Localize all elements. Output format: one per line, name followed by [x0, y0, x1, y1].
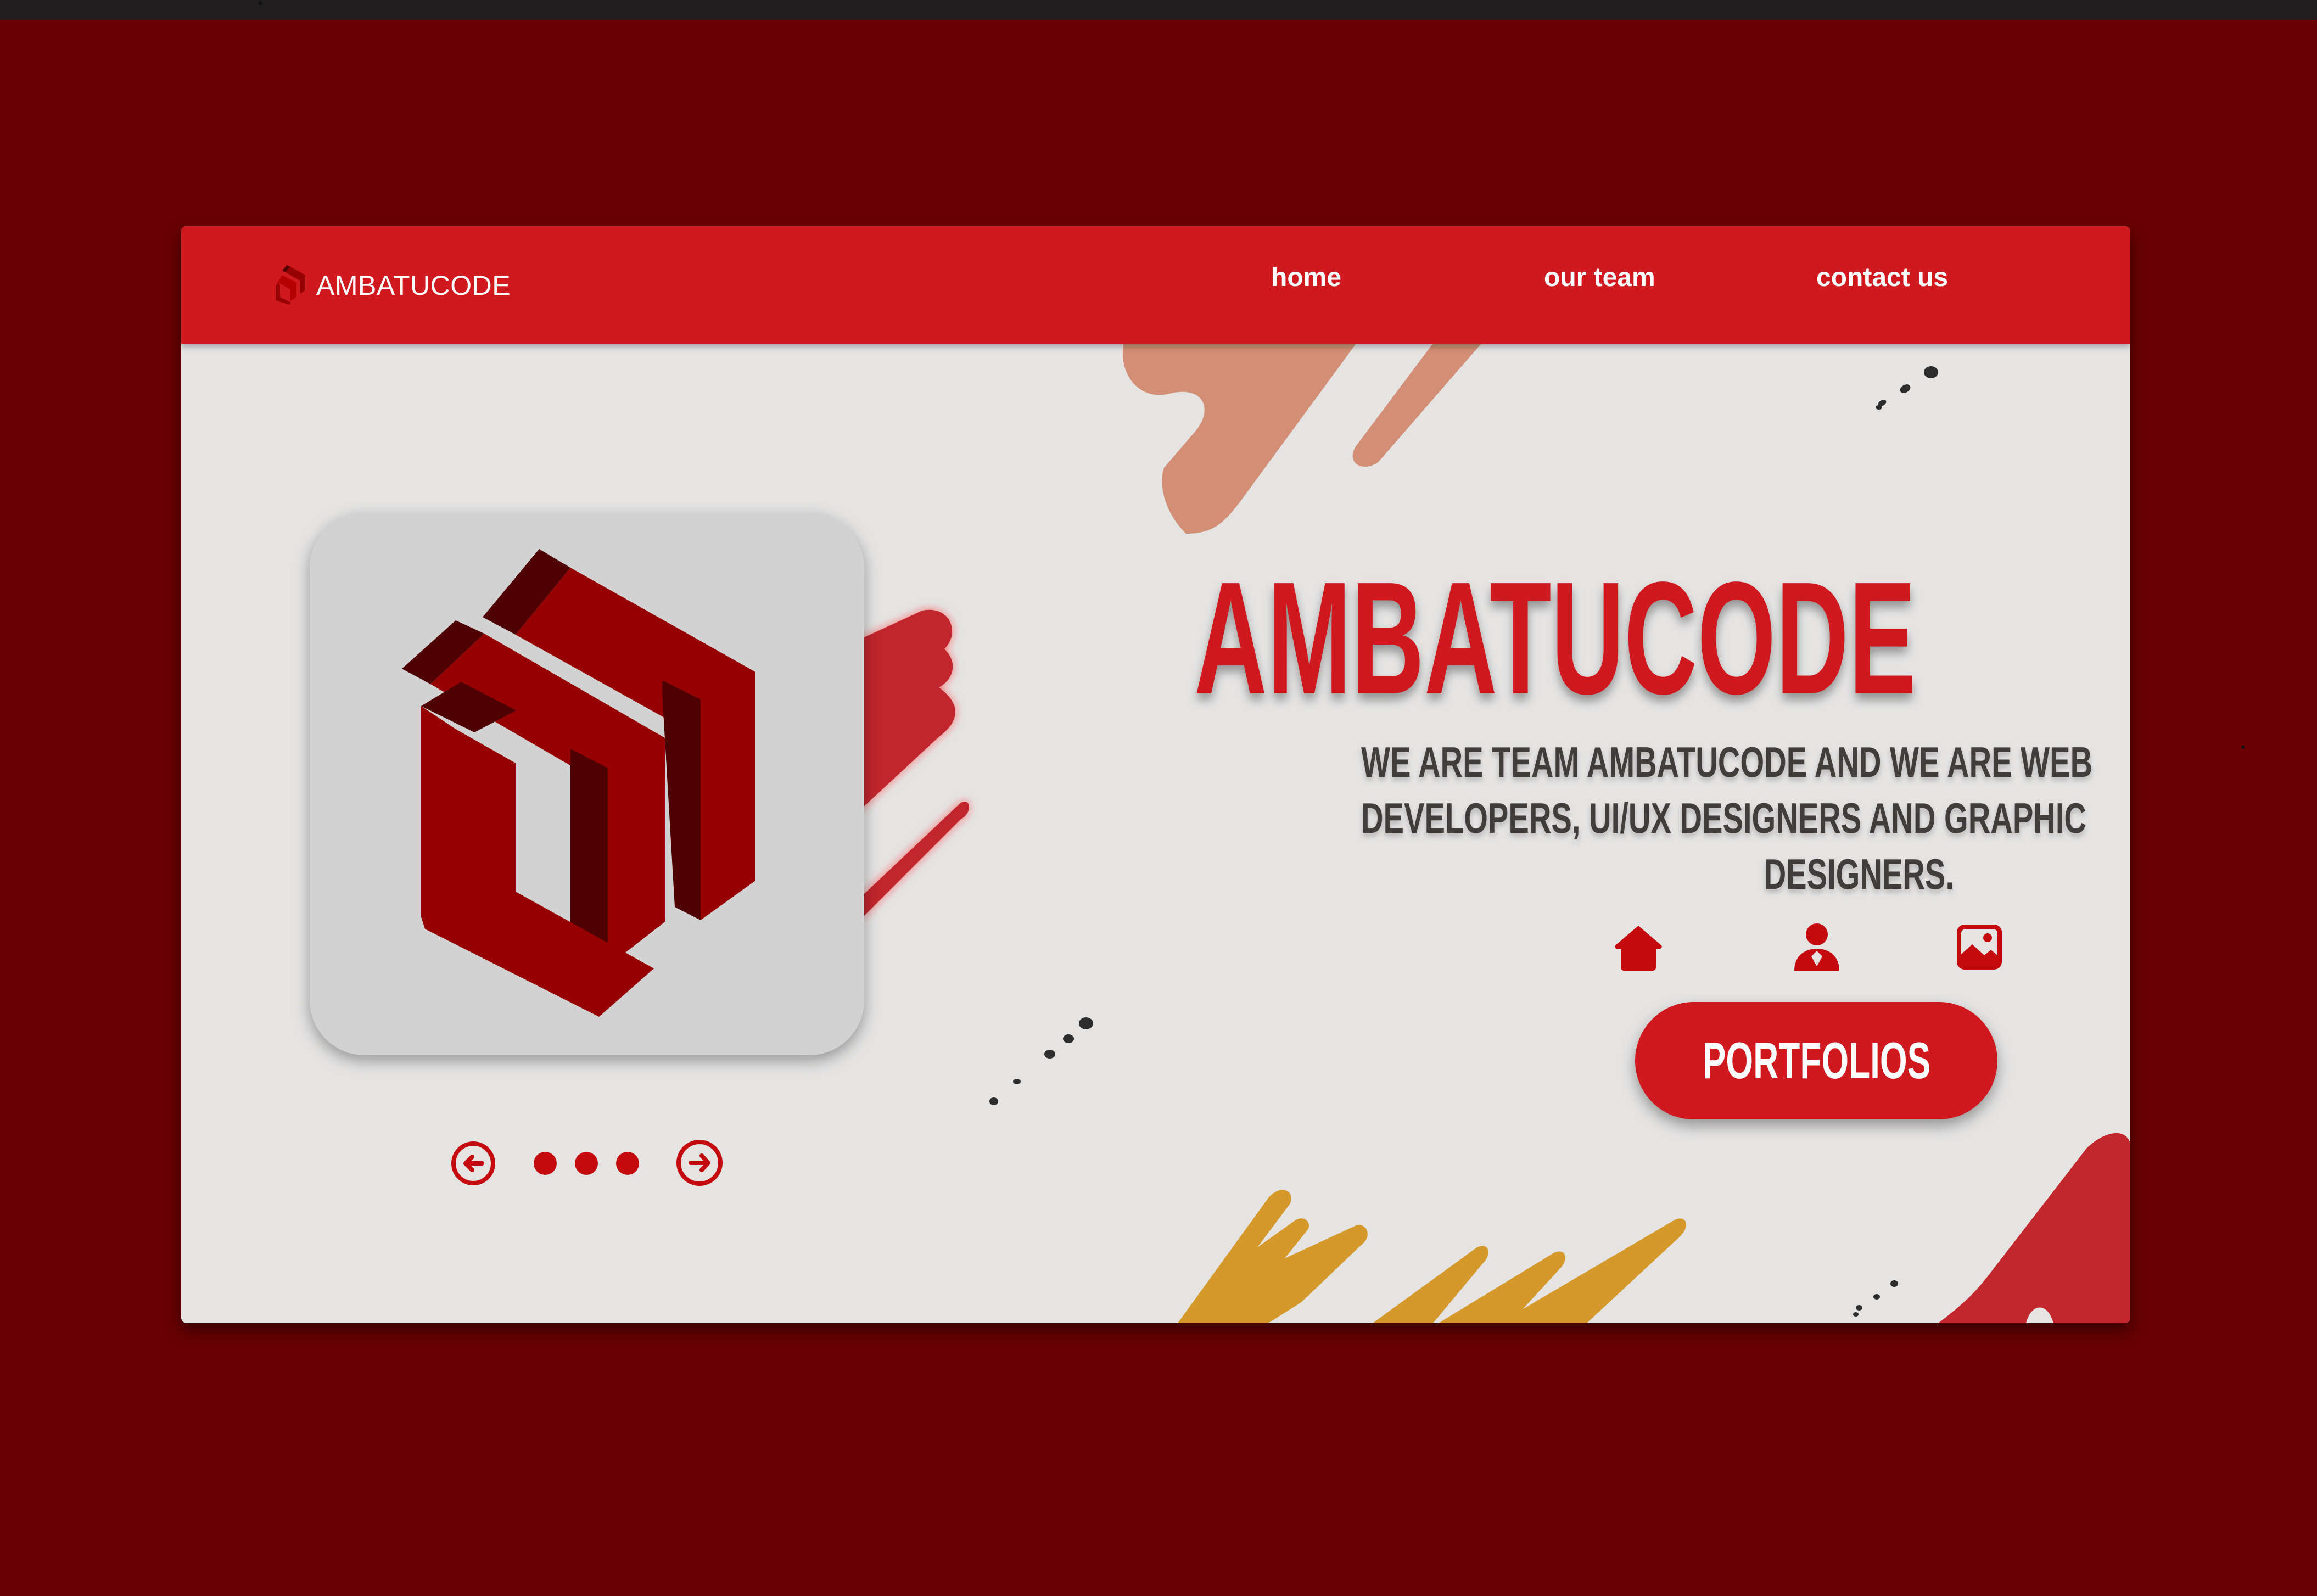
- arrow-right-circle-icon: [676, 1140, 723, 1186]
- slider-dot[interactable]: [616, 1152, 639, 1175]
- hero-description: WE ARE TEAM AMBATUCODE AND WE ARE WEB DE…: [1130, 734, 2093, 902]
- red-splash: [851, 609, 969, 918]
- arrow-left-circle-icon: [451, 1141, 495, 1185]
- stray-dot: [2241, 746, 2245, 749]
- logo-showcase: [310, 513, 864, 1055]
- slider-dot[interactable]: [575, 1152, 598, 1175]
- slider-next-button[interactable]: [675, 1139, 724, 1187]
- red-corner-shape: [1938, 1133, 2130, 1323]
- ambatucode-3d-logo: [402, 549, 755, 1017]
- hero-description-line: DEVELOPERS, UI/UX DESIGNERS AND GRAPHIC: [1361, 794, 2086, 842]
- ambatucode-logo-icon: [276, 265, 305, 305]
- nav-link-contact-us[interactable]: contact us: [1816, 262, 1948, 293]
- mustard-splash-streaks: [1373, 1218, 1686, 1323]
- nav-link-our-team[interactable]: our team: [1544, 262, 1655, 293]
- hero-description-line: WE ARE TEAM AMBATUCODE AND WE ARE WEB: [1361, 738, 2093, 786]
- home-icon: [1615, 926, 1662, 971]
- slider-dot[interactable]: [534, 1152, 557, 1175]
- brand[interactable]: AMBATUCODE: [275, 265, 511, 306]
- stray-dot: [258, 1, 262, 5]
- portfolios-button[interactable]: PORTFOLIOS: [1635, 1002, 1997, 1119]
- hero-title: AMBATUCODE: [1194, 548, 1916, 727]
- slider-prev-button[interactable]: [450, 1140, 496, 1186]
- user-icon: [1794, 923, 1839, 971]
- dark-dots-middle: [989, 1017, 1093, 1105]
- dark-dots-top-right: [1876, 366, 1938, 410]
- user-icon-button[interactable]: [1792, 922, 1842, 973]
- home-icon-button[interactable]: [1613, 922, 1664, 973]
- salmon-splash: [1122, 336, 1362, 534]
- landing-page-card: AMBATUCODE home our team contact us AMBA…: [181, 226, 2130, 1323]
- hero-description-line: DESIGNERS.: [1764, 850, 1954, 898]
- nav-link-home[interactable]: home: [1271, 262, 1341, 293]
- dark-dots-bottom-right: [1853, 1280, 1898, 1317]
- brand-name: AMBATUCODE: [316, 270, 511, 301]
- navbar: AMBATUCODE home our team contact us: [181, 226, 2130, 344]
- window-top-bar: [0, 0, 2317, 20]
- portfolios-button-label: PORTFOLIOS: [1702, 1032, 1930, 1089]
- salmon-splash-streak: [1352, 336, 1488, 467]
- mustard-splash: [1178, 1190, 1368, 1323]
- image-icon: [1957, 925, 2002, 970]
- image-icon-button[interactable]: [1955, 922, 2004, 972]
